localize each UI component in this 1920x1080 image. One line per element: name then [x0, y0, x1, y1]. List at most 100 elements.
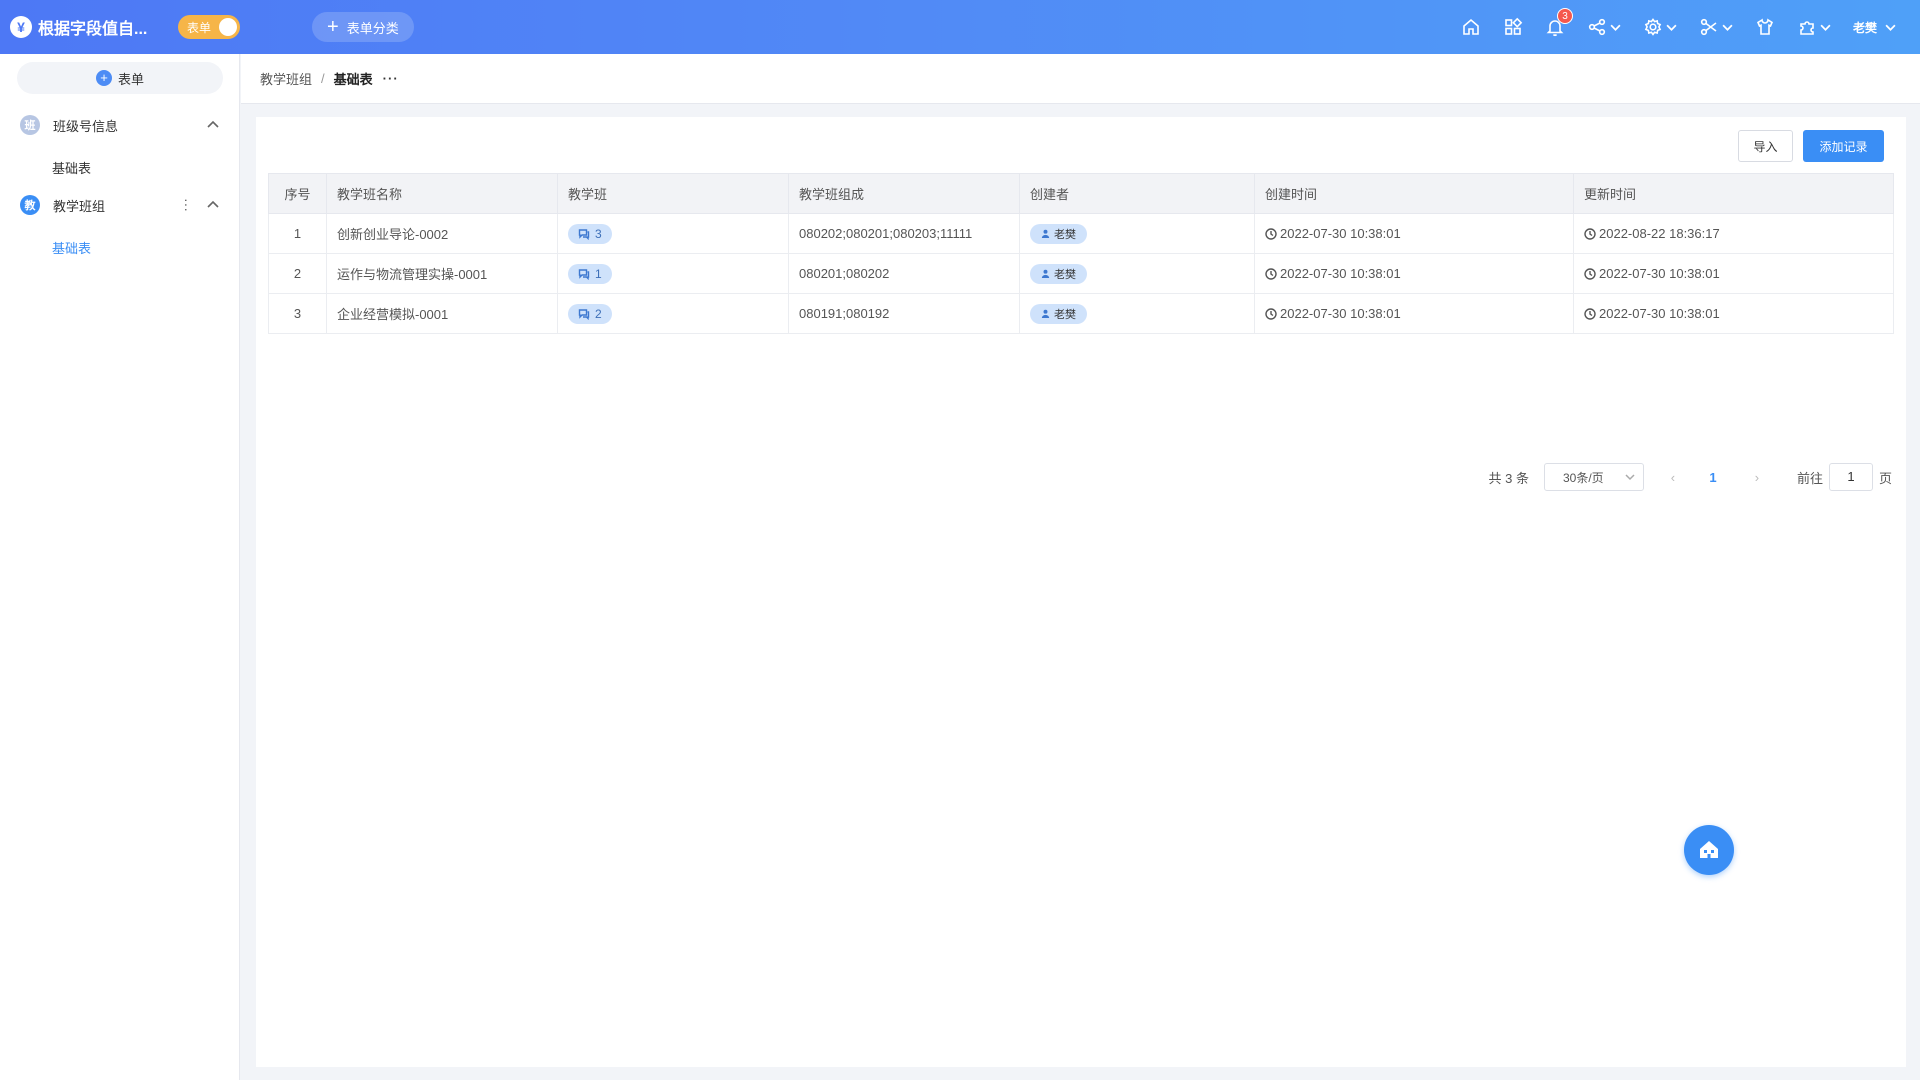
- row-index: 3: [268, 293, 327, 334]
- page-size-select[interactable]: 30条/页: [1543, 463, 1644, 491]
- composition-cell: 080202;080201;080203;11111: [788, 213, 1020, 254]
- updated-time-cell: 2022-08-22 18:36:17: [1573, 213, 1894, 254]
- table-row[interactable]: 3 企业经营模拟-0001 2 080191;080192 老樊 2022-07…: [268, 293, 1894, 334]
- notifications-button[interactable]: 3: [1545, 8, 1573, 37]
- column-header[interactable]: 教学班组成: [788, 173, 1020, 214]
- breadcrumb-current: 基础表: [333, 72, 373, 87]
- tools-menu[interactable]: [1699, 17, 1733, 37]
- linked-records-pill[interactable]: 3: [568, 223, 612, 244]
- breadcrumb-separator: /: [321, 71, 325, 86]
- created-time: 2022-07-30 10:38:01: [1280, 226, 1401, 241]
- column-header[interactable]: 创建时间: [1254, 173, 1574, 214]
- main-panel: 导入 添加记录 序号 教学班名称 教学班 教学班组成 创建者 创建时间 更新时间…: [256, 117, 1906, 1067]
- column-header[interactable]: 更新时间: [1573, 173, 1894, 214]
- total-count: 共 3 条: [1488, 470, 1529, 486]
- top-icon-bar: 3 老樊: [1439, 0, 1896, 54]
- chevron-down-icon: [1722, 24, 1733, 31]
- column-header[interactable]: 教学班: [557, 173, 789, 214]
- updated-time: 2022-07-30 10:38:01: [1599, 306, 1720, 321]
- composition-cell: 080191;080192: [788, 293, 1020, 334]
- plugins-menu[interactable]: [1797, 17, 1831, 37]
- notification-badge: 3: [1556, 8, 1573, 24]
- records-table: 序号 教学班名称 教学班 教学班组成 创建者 创建时间 更新时间 1 创新创业导…: [268, 173, 1894, 334]
- user-name: 老樊: [1852, 20, 1877, 35]
- creator-name: 老樊: [1054, 228, 1076, 241]
- creator-pill[interactable]: 老樊: [1030, 263, 1087, 284]
- sidebar-item-basic-table-active[interactable]: 基础表: [52, 238, 91, 257]
- sidebar-group-teaching-class[interactable]: 教 教学班组 ···: [0, 187, 240, 223]
- created-time-cell: 2022-07-30 10:38:01: [1254, 213, 1574, 254]
- house-icon: [1700, 841, 1718, 858]
- chevron-down-icon: [1625, 474, 1635, 481]
- settings-menu[interactable]: [1643, 17, 1677, 37]
- next-page-button[interactable]: ›: [1742, 470, 1772, 485]
- plus-circle-icon: +: [95, 70, 112, 86]
- updated-time-cell: 2022-07-30 10:38:01: [1573, 253, 1894, 294]
- clock-icon: [1265, 268, 1277, 280]
- form-mode-toggle-label: 表单: [187, 20, 212, 35]
- add-record-button[interactable]: 添加记录: [1803, 130, 1884, 162]
- sidebar-item-basic-table[interactable]: 基础表: [52, 158, 91, 177]
- sidebar-group-label: 教学班组: [53, 198, 106, 214]
- group-avatar: 教: [20, 195, 40, 215]
- class-name-cell: 运作与物流管理实操-0001: [326, 253, 558, 294]
- collapse-toggle[interactable]: [206, 198, 220, 212]
- new-form-label: 表单: [117, 71, 144, 87]
- chevron-down-icon: [1610, 24, 1621, 31]
- apps-grid-icon: [1505, 17, 1523, 35]
- app-brand[interactable]: ¥ 根据字段值自...: [10, 15, 150, 39]
- creator-name: 老樊: [1054, 268, 1076, 281]
- column-header[interactable]: 教学班名称: [326, 173, 558, 214]
- chat-icon: [578, 268, 590, 280]
- import-button[interactable]: 导入: [1738, 130, 1793, 162]
- share-menu[interactable]: [1587, 17, 1621, 37]
- class-name-cell: 创新创业导论-0002: [326, 213, 558, 254]
- creator-pill[interactable]: 老樊: [1030, 303, 1087, 324]
- sidebar-group-class-info[interactable]: 班 班级号信息: [0, 107, 240, 143]
- composition-cell: 080201;080202: [788, 253, 1020, 294]
- plus-icon: +: [327, 16, 339, 38]
- goto-page-input[interactable]: 1: [1828, 463, 1873, 491]
- linked-records-pill[interactable]: 2: [568, 303, 612, 324]
- table-row[interactable]: 1 创新创业导论-0002 3 080202;080201;080203;111…: [268, 213, 1894, 254]
- more-icon[interactable]: ···: [383, 71, 399, 86]
- table-row[interactable]: 2 运作与物流管理实操-0001 1 080201;080202 老樊 2022…: [268, 253, 1894, 294]
- updated-time: 2022-08-22 18:36:17: [1599, 226, 1720, 241]
- class-name-cell: 企业经营模拟-0001: [326, 293, 558, 334]
- gear-icon: [1644, 18, 1662, 36]
- chevron-up-icon: [207, 200, 219, 208]
- column-header[interactable]: 序号: [268, 173, 327, 214]
- theme-button[interactable]: [1755, 17, 1775, 37]
- linked-records-pill[interactable]: 1: [568, 263, 612, 284]
- creator-cell: 老樊: [1019, 213, 1255, 254]
- created-time-cell: 2022-07-30 10:38:01: [1254, 293, 1574, 334]
- creator-cell: 老樊: [1019, 293, 1255, 334]
- floating-home-button[interactable]: [1684, 825, 1734, 875]
- chevron-down-icon: [1885, 24, 1896, 31]
- breadcrumb-item[interactable]: 教学班组: [260, 69, 312, 88]
- prev-page-button[interactable]: ‹: [1658, 470, 1688, 485]
- share-icon: [1588, 18, 1606, 36]
- new-form-button[interactable]: + 表单: [17, 62, 223, 94]
- linked-count: 3: [595, 226, 602, 241]
- collapse-toggle[interactable]: [206, 118, 220, 132]
- user-menu[interactable]: 老樊: [1853, 19, 1896, 36]
- more-options-icon[interactable]: ···: [179, 198, 195, 212]
- breadcrumb: 教学班组 / 基础表 ···: [241, 54, 1920, 104]
- clock-icon: [1584, 228, 1596, 240]
- page-number-current[interactable]: 1: [1698, 470, 1728, 485]
- classes-cell: 3: [557, 213, 789, 254]
- user-icon: [1041, 309, 1050, 318]
- creator-pill[interactable]: 老樊: [1030, 223, 1087, 244]
- add-category-button[interactable]: + 表单分类: [312, 12, 414, 42]
- tools-icon: [1700, 18, 1717, 36]
- pagination: 共 3 条 30条/页 ‹ 1 › 前往 1 页: [1488, 463, 1892, 491]
- home-button[interactable]: [1461, 17, 1481, 37]
- column-header[interactable]: 创建者: [1019, 173, 1255, 214]
- user-icon: [1041, 269, 1050, 278]
- app-title: 根据字段值自...: [38, 21, 148, 38]
- apps-button[interactable]: [1503, 17, 1523, 37]
- form-mode-toggle[interactable]: 表单: [178, 15, 240, 39]
- clock-icon: [1584, 308, 1596, 320]
- updated-time: 2022-07-30 10:38:01: [1599, 266, 1720, 281]
